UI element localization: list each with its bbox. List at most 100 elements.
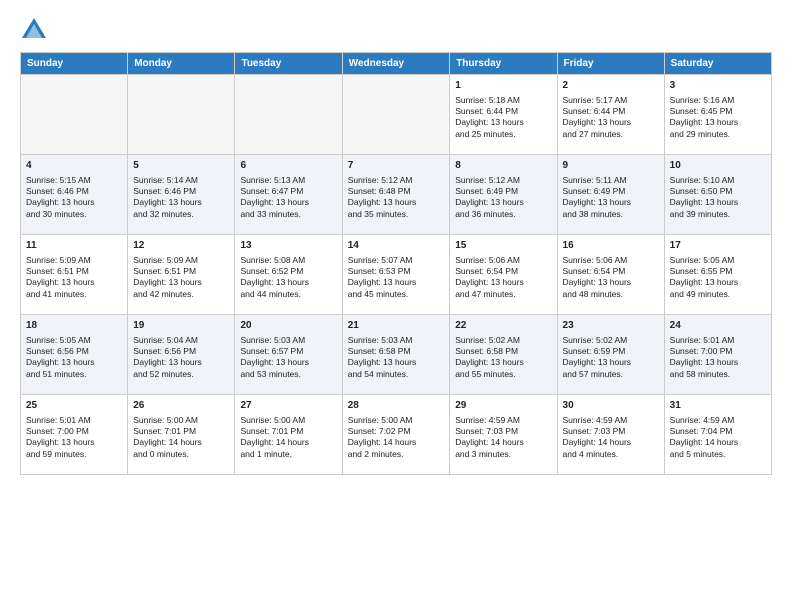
day-number: 17: [670, 239, 766, 253]
week-row-5: 25Sunrise: 5:01 AMSunset: 7:00 PMDayligh…: [21, 395, 772, 475]
day-info: Daylight: 13 hours: [455, 357, 551, 368]
day-cell: 4Sunrise: 5:15 AMSunset: 6:46 PMDaylight…: [21, 155, 128, 235]
day-info: Sunrise: 5:09 AM: [133, 255, 229, 266]
day-number: 20: [240, 319, 336, 333]
day-cell: [21, 75, 128, 155]
day-cell: 17Sunrise: 5:05 AMSunset: 6:55 PMDayligh…: [664, 235, 771, 315]
day-info: Sunrise: 5:14 AM: [133, 175, 229, 186]
day-info: Sunrise: 5:00 AM: [348, 415, 444, 426]
day-cell: 26Sunrise: 5:00 AMSunset: 7:01 PMDayligh…: [128, 395, 235, 475]
day-number: 21: [348, 319, 444, 333]
day-info: Daylight: 14 hours: [348, 437, 444, 448]
day-number: 23: [563, 319, 659, 333]
day-number: 30: [563, 399, 659, 413]
day-number: 28: [348, 399, 444, 413]
day-info: Daylight: 14 hours: [670, 437, 766, 448]
day-info: Daylight: 13 hours: [670, 197, 766, 208]
day-number: 1: [455, 79, 551, 93]
header-cell-friday: Friday: [557, 53, 664, 75]
day-cell: [128, 75, 235, 155]
day-info: Daylight: 13 hours: [26, 277, 122, 288]
day-info: and 27 minutes.: [563, 129, 659, 140]
day-info: and 57 minutes.: [563, 369, 659, 380]
day-info: Sunrise: 5:01 AM: [670, 335, 766, 346]
day-info: Sunrise: 5:06 AM: [455, 255, 551, 266]
day-info: and 55 minutes.: [455, 369, 551, 380]
day-number: 2: [563, 79, 659, 93]
day-number: 29: [455, 399, 551, 413]
day-number: 5: [133, 159, 229, 173]
day-info: Sunset: 6:57 PM: [240, 346, 336, 357]
calendar-table: SundayMondayTuesdayWednesdayThursdayFrid…: [20, 52, 772, 475]
day-info: Sunrise: 4:59 AM: [563, 415, 659, 426]
week-row-3: 11Sunrise: 5:09 AMSunset: 6:51 PMDayligh…: [21, 235, 772, 315]
day-number: 31: [670, 399, 766, 413]
day-info: Daylight: 13 hours: [670, 117, 766, 128]
day-info: Sunset: 6:44 PM: [455, 106, 551, 117]
day-info: Sunset: 6:54 PM: [455, 266, 551, 277]
day-info: Daylight: 13 hours: [348, 357, 444, 368]
day-number: 11: [26, 239, 122, 253]
day-info: Sunset: 7:03 PM: [455, 426, 551, 437]
day-cell: 28 Sunrise: 5:00 AMSunset: 7:02 PMDayligh…: [342, 395, 449, 475]
day-cell: 10Sunrise: 5:10 AMSunset: 6:50 PMDayligh…: [664, 155, 771, 235]
day-cell: 13Sunrise: 5:08 AMSunset: 6:52 PMDayligh…: [235, 235, 342, 315]
day-info: and 42 minutes.: [133, 289, 229, 300]
day-number: 14: [348, 239, 444, 253]
day-number: 3: [670, 79, 766, 93]
day-info: Sunrise: 5:18 AM: [455, 95, 551, 106]
day-info: Sunset: 6:46 PM: [133, 186, 229, 197]
day-info: and 35 minutes.: [348, 209, 444, 220]
day-info: and 54 minutes.: [348, 369, 444, 380]
day-cell: 22Sunrise: 5:02 AMSunset: 6:58 PMDayligh…: [450, 315, 557, 395]
day-info: Daylight: 13 hours: [348, 197, 444, 208]
day-info: and 58 minutes.: [670, 369, 766, 380]
day-info: and 52 minutes.: [133, 369, 229, 380]
day-info: Sunset: 6:51 PM: [26, 266, 122, 277]
day-info: and 0 minutes.: [133, 449, 229, 460]
day-info: and 38 minutes.: [563, 209, 659, 220]
day-info: Daylight: 13 hours: [563, 117, 659, 128]
day-info: Sunrise: 5:07 AM: [348, 255, 444, 266]
header-cell-saturday: Saturday: [664, 53, 771, 75]
day-number: 19: [133, 319, 229, 333]
day-info: Sunrise: 5:08 AM: [240, 255, 336, 266]
day-info: Sunset: 6:49 PM: [455, 186, 551, 197]
day-info: Sunrise: 5:00 AM: [240, 415, 336, 426]
day-info: Sunset: 6:45 PM: [670, 106, 766, 117]
day-info: Daylight: 13 hours: [348, 277, 444, 288]
day-info: and 45 minutes.: [348, 289, 444, 300]
day-info: Sunrise: 5:13 AM: [240, 175, 336, 186]
day-cell: 21Sunrise: 5:03 AMSunset: 6:58 PMDayligh…: [342, 315, 449, 395]
day-cell: 25Sunrise: 5:01 AMSunset: 7:00 PMDayligh…: [21, 395, 128, 475]
day-number: 24: [670, 319, 766, 333]
day-number: 13: [240, 239, 336, 253]
day-info: Daylight: 13 hours: [133, 197, 229, 208]
day-cell: 15Sunrise: 5:06 AMSunset: 6:54 PMDayligh…: [450, 235, 557, 315]
day-info: and 36 minutes.: [455, 209, 551, 220]
header-cell-thursday: Thursday: [450, 53, 557, 75]
day-info: Sunrise: 5:15 AM: [26, 175, 122, 186]
day-cell: 19Sunrise: 5:04 AMSunset: 6:56 PMDayligh…: [128, 315, 235, 395]
week-row-1: 1 Sunrise: 5:18 AMSunset: 6:44 PM Daylight…: [21, 75, 772, 155]
day-cell: 2Sunrise: 5:17 AMSunset: 6:44 PMDaylight…: [557, 75, 664, 155]
day-info: Sunset: 7:02 PM: [348, 426, 444, 437]
day-cell: 11Sunrise: 5:09 AMSunset: 6:51 PMDayligh…: [21, 235, 128, 315]
day-cell: [235, 75, 342, 155]
calendar-header: SundayMondayTuesdayWednesdayThursdayFrid…: [21, 53, 772, 75]
day-info: Sunrise: 5:11 AM: [563, 175, 659, 186]
day-number: 15: [455, 239, 551, 253]
day-info: Sunrise: 4:59 AM: [455, 415, 551, 426]
day-number: 22: [455, 319, 551, 333]
day-cell: 3Sunrise: 5:16 AMSunset: 6:45 PMDaylight…: [664, 75, 771, 155]
day-info: Sunrise: 5:04 AM: [133, 335, 229, 346]
header-cell-sunday: Sunday: [21, 53, 128, 75]
day-info: Sunrise: 5:01 AM: [26, 415, 122, 426]
day-cell: 29Sunrise: 4:59 AMSunset: 7:03 PMDayligh…: [450, 395, 557, 475]
logo: [20, 16, 52, 44]
day-info: Sunset: 6:52 PM: [240, 266, 336, 277]
day-number: 25: [26, 399, 122, 413]
day-info: Sunrise: 5:05 AM: [670, 255, 766, 266]
day-number: 18: [26, 319, 122, 333]
day-info: and 1 minute.: [240, 449, 336, 460]
